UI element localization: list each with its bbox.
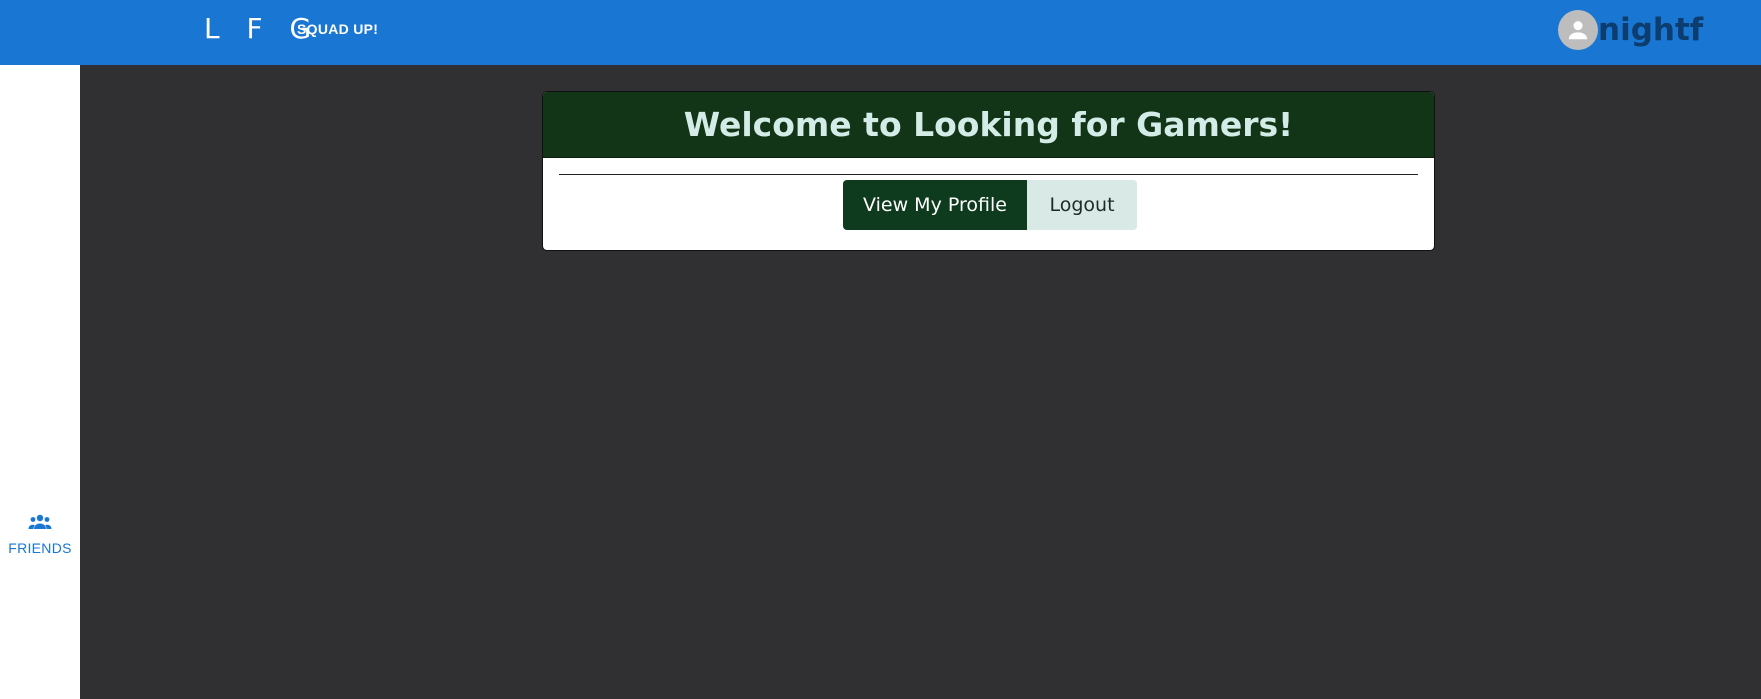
sidebar-item-label: FRIENDS xyxy=(8,540,72,556)
sidebar-item-friends[interactable]: FRIENDS xyxy=(0,513,80,561)
card-header: Welcome to Looking for Gamers! xyxy=(543,92,1434,158)
side-nav: FRIENDS xyxy=(0,65,80,699)
top-app-bar: L F G SQUAD UP! nightf xyxy=(0,0,1761,65)
page-title: Welcome to Looking for Gamers! xyxy=(683,105,1294,144)
account-circle-icon[interactable] xyxy=(1558,10,1598,50)
group-icon xyxy=(28,513,52,536)
view-profile-button[interactable]: View My Profile xyxy=(843,180,1027,230)
divider xyxy=(559,174,1418,175)
user-menu[interactable]: nightf xyxy=(1558,10,1703,50)
welcome-card: Welcome to Looking for Gamers! View My P… xyxy=(542,91,1435,251)
button-group: View My Profile Logout xyxy=(843,180,1137,230)
logout-button[interactable]: Logout xyxy=(1027,180,1137,230)
card-body: View My Profile Logout xyxy=(543,158,1434,250)
username[interactable]: nightf xyxy=(1598,10,1703,50)
squad-up-link[interactable]: SQUAD UP! xyxy=(297,21,378,37)
